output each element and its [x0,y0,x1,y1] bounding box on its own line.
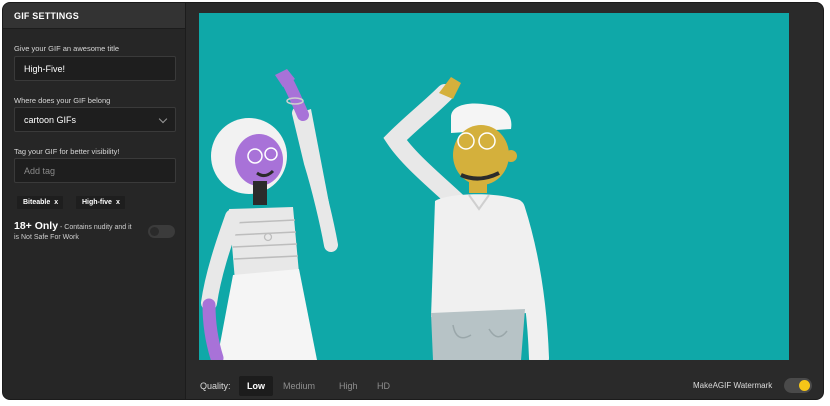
gif-preview [199,13,789,360]
woman-figure [201,69,338,360]
remove-tag-icon[interactable]: x [54,199,58,206]
quality-label: Quality: [200,381,231,391]
tag-chip-biteable: Biteable x [17,196,64,209]
man-figure [383,77,549,360]
adult-content-text: 18+ Only - Contains nudity and it is Not… [14,221,132,243]
tag-chip-label: Biteable [23,199,51,206]
quality-medium[interactable]: Medium [275,376,323,396]
sidebar-title: GIF SETTINGS [3,3,185,29]
title-label: Give your GIF an awesome title [14,44,120,53]
tag-chip-high-five: High-five x [76,196,125,209]
quality-high[interactable]: High [331,376,366,396]
adult-toggle[interactable] [148,225,175,238]
title-input[interactable]: High-Five! [14,56,176,81]
tag-input[interactable]: Add tag [14,158,176,183]
app-window: GIF SETTINGS Give your GIF an awesome ti… [2,2,824,400]
category-select[interactable]: cartoon GIFs [14,107,176,132]
watermark-toggle[interactable] [784,378,812,393]
chevron-down-icon [158,114,168,124]
adult-title: 18+ Only [14,220,59,232]
quality-hd[interactable]: HD [369,376,398,396]
category-label: Where does your GIF belong [14,96,111,105]
remove-tag-icon[interactable]: x [116,199,120,206]
tag-chip-label: High-five [82,199,112,206]
category-value: cartoon GIFs [24,115,77,125]
gif-settings-sidebar: GIF SETTINGS Give your GIF an awesome ti… [3,3,186,399]
quality-low[interactable]: Low [239,376,273,396]
high-five-illustration [201,69,549,360]
tag-label: Tag your GIF for better visibility! [14,147,120,156]
watermark-label: MakeAGIF Watermark [693,381,773,390]
